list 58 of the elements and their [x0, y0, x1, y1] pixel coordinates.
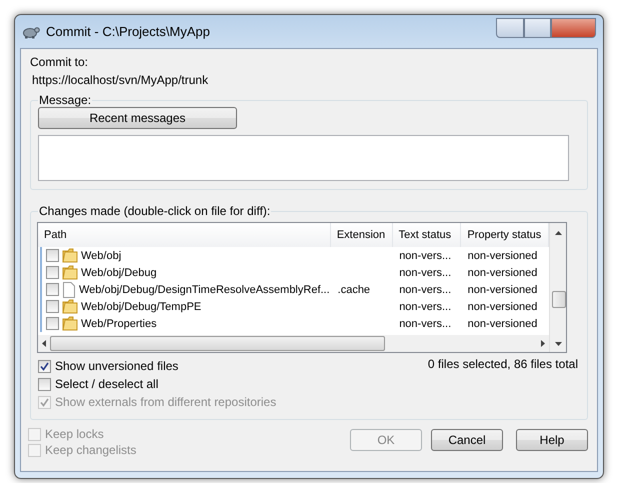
text-status: non-vers... [399, 318, 452, 330]
checkbox[interactable] [46, 300, 59, 313]
text-status: non-vers... [399, 250, 452, 262]
scroll-right-icon[interactable] [541, 340, 545, 347]
scroll-down-icon[interactable] [554, 342, 562, 346]
property-status: non-versioned [468, 266, 538, 278]
scrollbar-thumb[interactable] [50, 336, 385, 351]
dialog-button[interactable]: Recent messages [38, 107, 237, 129]
file-path: Web/obj/Debug/DesignTimeResolveAssemblyRef... [79, 284, 330, 296]
text-status: non-vers... [399, 300, 452, 312]
checkbox-label: Keep changelists [45, 443, 136, 457]
file-path: Web/obj/Debug/TempPE [81, 300, 202, 312]
column-header[interactable]: Extension [330, 223, 393, 247]
property-status: non-versioned [468, 318, 538, 330]
property-status: non-versioned [468, 300, 538, 312]
folder-icon [62, 316, 78, 331]
file-extension: .cache [338, 284, 370, 296]
dialog-button[interactable]: Cancel [431, 429, 503, 451]
group-label: Changes made (double-click on file for diff): [38, 204, 272, 218]
turtle-icon [22, 24, 40, 38]
property-status: non-versioned [468, 250, 538, 262]
property-status: non-versioned [468, 284, 538, 296]
checkbox[interactable] [38, 360, 51, 372]
maximize-button[interactable] [524, 18, 551, 38]
checkbox-label: Select / deselect all [55, 377, 158, 391]
file-path: Web/obj/Debug [81, 266, 157, 278]
checkbox[interactable] [46, 317, 59, 330]
checkbox[interactable] [38, 378, 51, 390]
selection-summary: 0 files selected, 86 files total [428, 357, 578, 373]
folder-icon [62, 248, 78, 263]
folder-icon [62, 299, 78, 314]
checkbox-label: Show externals from different repositories [55, 395, 276, 409]
file-path: Web/Properties [81, 318, 157, 330]
commit-to-label: Commit to: [30, 55, 90, 69]
minimize-button[interactable] [496, 18, 524, 38]
text-status: non-vers... [399, 266, 452, 278]
checkbox-label: Show unversioned files [55, 359, 178, 373]
scrollbar-thumb[interactable] [552, 291, 566, 308]
group-label: Message: [38, 93, 92, 107]
scroll-left-icon[interactable] [42, 340, 46, 347]
checkbox-label: Keep locks [45, 427, 104, 441]
vertical-scrollbar[interactable] [549, 223, 566, 352]
text-status: non-vers... [399, 284, 452, 296]
close-button[interactable] [551, 18, 596, 38]
checkbox[interactable] [46, 266, 59, 279]
column-header[interactable]: Text status [392, 223, 462, 247]
checkbox[interactable] [46, 283, 59, 296]
file-icon [62, 282, 76, 298]
horizontal-scrollbar[interactable] [38, 335, 549, 352]
repository-url: https://localhost/svn/MyApp/trunk [32, 73, 210, 87]
scroll-up-icon[interactable] [554, 231, 562, 235]
file-path: Web/obj [81, 250, 122, 262]
folder-icon [62, 265, 78, 280]
window-title: Commit - C:\Projects\MyApp [46, 24, 210, 39]
dialog-button[interactable]: Help [516, 429, 588, 451]
checkbox[interactable] [46, 249, 59, 262]
message-field[interactable] [38, 135, 569, 181]
column-header[interactable]: Path [38, 223, 331, 247]
